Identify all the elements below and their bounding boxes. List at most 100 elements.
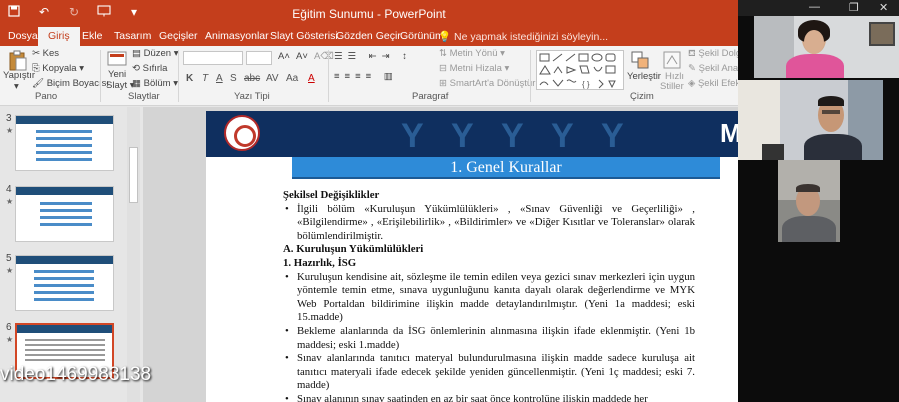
- new-slide-label-1[interactable]: Yeni: [108, 69, 126, 80]
- participant-panel: — ❐ ✕: [738, 0, 899, 402]
- font-shrink-icon[interactable]: A˅: [296, 51, 308, 62]
- paste-button[interactable]: Yapıştır: [3, 70, 35, 81]
- alignment-buttons[interactable]: ≡≡≡≡ ▥: [334, 71, 398, 82]
- group-label-cizim: Çizim: [630, 91, 654, 102]
- thumb-number: 6: [6, 322, 12, 333]
- group-label-pano: Pano: [35, 91, 58, 102]
- window-title: Eğitim Sunumu - PowerPoint: [292, 7, 446, 21]
- format-painter-button[interactable]: 🖌 Biçim Boyacısı: [32, 78, 109, 89]
- bullet-item: Sınav alanlarında tanıtıcı materyal bulu…: [283, 352, 695, 393]
- new-slide-label-2[interactable]: Slayt ▾: [106, 80, 135, 91]
- restore-icon[interactable]: ❐: [849, 1, 859, 14]
- arrange-icon[interactable]: [630, 50, 650, 70]
- group-label-slaytlar: Slaytlar: [128, 91, 160, 102]
- slide-header-banner: Y Y Y Y Y M: [206, 111, 738, 157]
- header-logo-text: M: [720, 118, 738, 148]
- layout-button[interactable]: ▤ Düzen ▾: [132, 48, 179, 59]
- thumb-number: 5: [6, 253, 12, 264]
- current-slide[interactable]: Y Y Y Y Y M 1. Genel Kurallar Şekilsel D…: [206, 111, 738, 402]
- shape-outline-button[interactable]: ✎ Şekil Anaha: [688, 63, 738, 74]
- section-button[interactable]: ▦ Bölüm ▾: [132, 78, 178, 89]
- slide-thumbnail[interactable]: [15, 186, 114, 242]
- paste-dropdown-icon[interactable]: ▾: [14, 81, 19, 92]
- bullet-item: Sınav alanının sınav saatinden en az bir…: [283, 393, 695, 402]
- strikethrough-button[interactable]: abc: [244, 73, 260, 84]
- smartart-button[interactable]: ⊞ SmartArt'a Dönüştür ▾: [439, 78, 543, 89]
- tab-gecisler[interactable]: Geçişler: [159, 30, 198, 42]
- change-case-button[interactable]: Aa: [286, 73, 298, 84]
- italic-button[interactable]: T: [202, 73, 208, 84]
- paste-icon[interactable]: [8, 50, 28, 71]
- video-id-label: video1469983138: [0, 364, 152, 385]
- participant-video-1[interactable]: [754, 16, 899, 78]
- scrollbar-thumb[interactable]: [129, 147, 138, 203]
- shadow-button[interactable]: S: [230, 73, 237, 84]
- shapes-gallery[interactable]: { }: [536, 50, 624, 90]
- powerpoint-window: ↶ ↻ ▾ Eğitim Sunumu - PowerPoint Dosya G…: [0, 0, 738, 402]
- close-icon[interactable]: ✕: [879, 1, 888, 14]
- sub-heading: 1. Hazırlık, İSG: [283, 256, 357, 269]
- thumb-number: 4: [6, 184, 12, 195]
- list-buttons[interactable]: ☰☰ ⇤⇥ ↕: [334, 51, 412, 62]
- tab-slayt-gosterisi[interactable]: Slayt Gösterisi: [270, 30, 338, 42]
- slide-thumbnail[interactable]: [15, 115, 114, 171]
- new-slide-icon[interactable]: [107, 50, 127, 70]
- scissors-icon: ✂: [32, 48, 43, 59]
- tab-animasyonlar[interactable]: Animasyonlar: [205, 30, 269, 42]
- animation-star-icon: ★: [6, 126, 14, 135]
- thumbnail-scrollbar[interactable]: [127, 107, 140, 402]
- font-size-combo[interactable]: [246, 51, 272, 65]
- text-direction-button[interactable]: ⇅ Metin Yönü ▾: [439, 48, 505, 59]
- quick-styles-label-2[interactable]: Stiller: [660, 81, 684, 92]
- bold-button[interactable]: K: [186, 73, 193, 84]
- effects-icon: ◈: [688, 78, 698, 89]
- cut-button[interactable]: ✂ Kes: [32, 48, 59, 59]
- slide-thumbnail[interactable]: [15, 255, 114, 311]
- slide-canvas: Y Y Y Y Y M 1. Genel Kurallar Şekilsel D…: [143, 107, 738, 402]
- animation-star-icon: ★: [6, 335, 14, 344]
- slide-title: 1. Genel Kurallar: [292, 157, 720, 179]
- participant-video-3[interactable]: [778, 160, 840, 242]
- quick-styles-icon[interactable]: [662, 50, 682, 70]
- body-heading: Şekilsel Değişiklikler: [283, 189, 380, 201]
- copy-icon: ⎘: [32, 63, 43, 74]
- ribbon-separator: [328, 50, 329, 102]
- reset-icon: ⟲: [132, 63, 143, 74]
- minimize-icon[interactable]: —: [809, 1, 820, 13]
- tab-tasarim[interactable]: Tasarım: [114, 30, 151, 42]
- bullet-item: Kuruluşun kendisine ait, sözleşme ile te…: [283, 271, 695, 325]
- copy-button[interactable]: ⎘ Kopyala ▾: [32, 63, 84, 74]
- paint-bucket-icon: ⛾: [688, 48, 699, 59]
- slide-thumbnail-pane: 3 ★ 4 ★ 5 ★ 6 ★: [0, 107, 142, 402]
- align-text-button[interactable]: ⊟ Metni Hizala ▾: [439, 63, 509, 74]
- section-heading: A. Kuruluşun Yükümlülükleri: [283, 243, 424, 256]
- reset-button[interactable]: ⟲ Sıfırla: [132, 63, 167, 74]
- pencil-icon: ✎: [688, 63, 699, 74]
- smartart-icon: ⊞: [439, 78, 450, 89]
- shape-fill-button[interactable]: ⛾ Şekil Dolgu: [688, 48, 738, 60]
- ribbon-separator: [178, 50, 179, 102]
- shape-effects-button[interactable]: ◈ Şekil Efekti: [688, 78, 738, 89]
- arrange-button[interactable]: Yerleştir: [627, 71, 661, 82]
- tab-ekle[interactable]: Ekle: [82, 30, 102, 42]
- font-color-button[interactable]: A: [308, 73, 315, 84]
- participant-video-2[interactable]: [738, 80, 883, 160]
- bullet-item: İlgili bölüm «Kuruluşun Yükümlülükleri» …: [283, 203, 695, 244]
- font-name-combo[interactable]: [183, 51, 243, 65]
- tab-gozden-gecir[interactable]: Gözden Geçir: [336, 30, 401, 42]
- tab-giris[interactable]: Giriş: [38, 27, 80, 46]
- tell-me-box[interactable]: 💡 Ne yapmak istediğinizi söyleyin...: [438, 30, 608, 43]
- font-grow-icon[interactable]: A˄: [278, 51, 290, 62]
- animation-star-icon: ★: [6, 197, 14, 206]
- tab-dosya[interactable]: Dosya: [8, 30, 38, 42]
- group-label-paragraf: Paragraf: [412, 91, 449, 102]
- svg-text:{ }: { }: [582, 80, 590, 89]
- char-spacing-button[interactable]: AV: [266, 73, 279, 84]
- underline-button[interactable]: A: [216, 73, 223, 84]
- animation-star-icon: ★: [6, 266, 14, 275]
- tell-me-text: Ne yapmak istediğinizi söyleyin...: [454, 31, 609, 43]
- emblem-logo: [224, 115, 260, 151]
- ribbon-separator: [100, 50, 101, 102]
- clear-formatting-icon[interactable]: A⌫: [314, 51, 334, 62]
- thumb-number: 3: [6, 113, 12, 124]
